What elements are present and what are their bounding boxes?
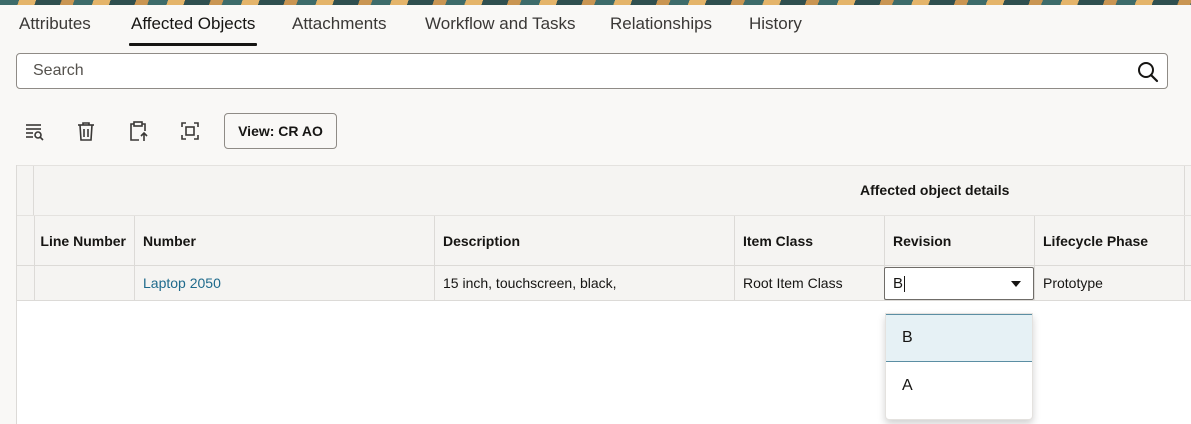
col-header-description[interactable]: Description	[435, 216, 735, 265]
dropdown-option-b[interactable]: B	[886, 314, 1032, 362]
col-header-number[interactable]: Number	[135, 216, 435, 265]
clipboard-upload-icon[interactable]	[126, 119, 150, 143]
table-row[interactable]: Laptop 2050 15 inch, touchscreen, black,…	[17, 266, 1191, 301]
row-gutter	[17, 166, 34, 215]
text-cursor	[904, 275, 906, 292]
col-header-item-class[interactable]: Item Class	[735, 216, 885, 265]
table-header-row: Line Number Number Description Item Clas…	[17, 216, 1191, 266]
column-group-header: Affected object details	[17, 165, 1191, 216]
search-input[interactable]	[18, 55, 1128, 87]
col-header-lifecycle-phase[interactable]: Lifecycle Phase	[1035, 216, 1185, 265]
affected-objects-table: Affected object details Line Number Numb…	[16, 165, 1191, 424]
revision-dropdown-list: B A	[885, 313, 1033, 420]
cell-number: Laptop 2050	[135, 266, 435, 300]
tab-bar: Attributes Affected Objects Attachments …	[0, 5, 1191, 46]
cell-line-number	[35, 266, 135, 300]
cell-lifecycle-phase: Prototype	[1035, 266, 1185, 300]
delete-icon[interactable]	[74, 119, 98, 143]
tab-attachments[interactable]: Attachments	[292, 14, 387, 44]
header-gutter	[17, 216, 35, 265]
tab-history[interactable]: History	[749, 14, 802, 44]
tab-relationships[interactable]: Relationships	[610, 14, 712, 44]
tab-attributes[interactable]: Attributes	[19, 14, 91, 44]
item-number-link[interactable]: Laptop 2050	[143, 275, 221, 291]
group-title: Affected object details	[860, 182, 1010, 198]
revision-select[interactable]: B	[884, 267, 1034, 300]
search-icon[interactable]	[1136, 60, 1160, 84]
search-box	[16, 53, 1168, 89]
col-header-line-number[interactable]: Line Number	[35, 216, 135, 265]
view-selector-button[interactable]: View: CR AO	[224, 113, 337, 149]
filter-list-icon[interactable]	[22, 119, 46, 143]
row-gutter	[17, 266, 35, 300]
chevron-down-icon[interactable]	[1011, 281, 1021, 287]
revision-value: B	[893, 275, 904, 292]
col-header-revision[interactable]: Revision	[885, 216, 1035, 265]
tab-affected-objects[interactable]: Affected Objects	[128, 14, 258, 46]
tab-workflow-and-tasks[interactable]: Workflow and Tasks	[425, 14, 576, 44]
fit-screen-icon[interactable]	[178, 119, 202, 143]
cell-description: 15 inch, touchscreen, black,	[435, 266, 735, 300]
dropdown-option-a[interactable]: A	[886, 362, 1032, 410]
cell-item-class: Root Item Class	[735, 266, 885, 300]
